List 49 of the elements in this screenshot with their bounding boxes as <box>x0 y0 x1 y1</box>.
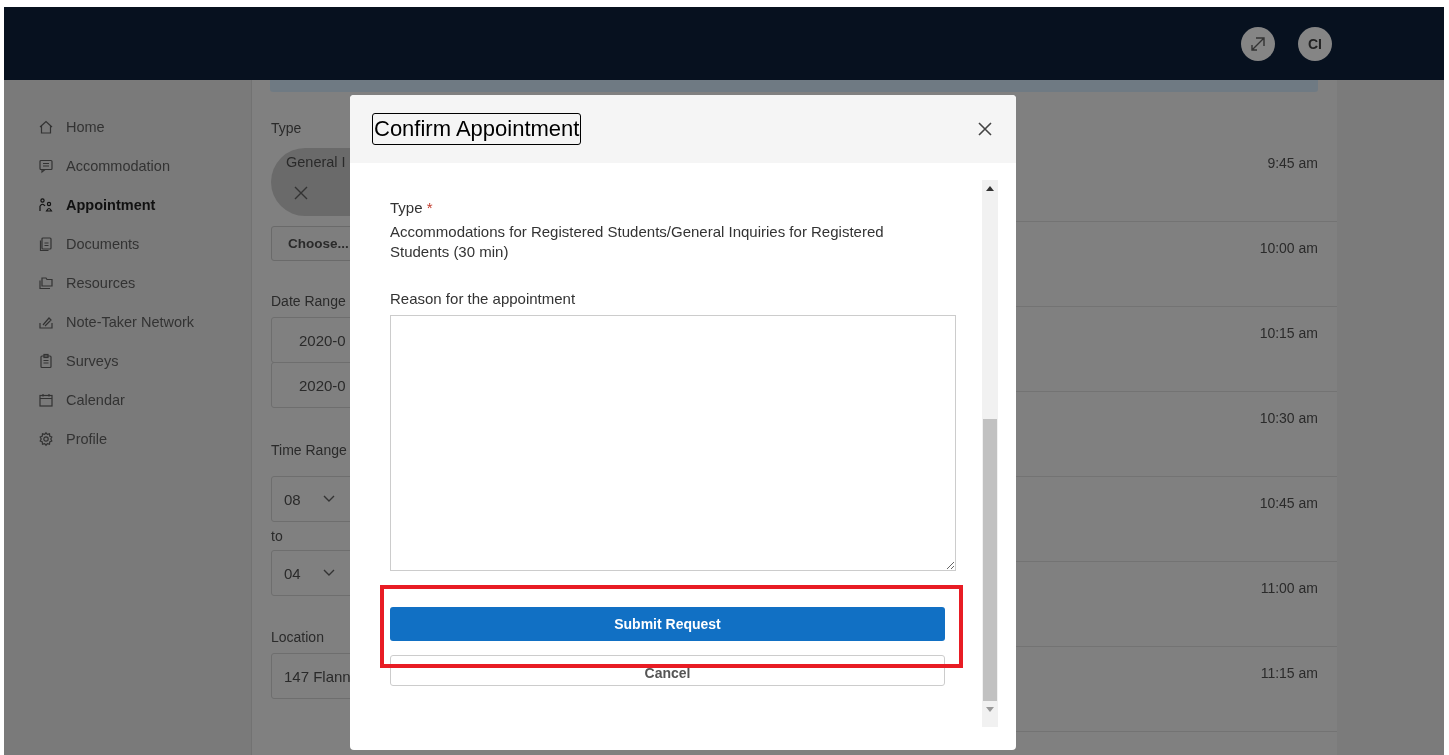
field-label: Type <box>271 120 303 136</box>
time-slot[interactable]: 10:45 am <box>1259 495 1318 561</box>
close-icon[interactable] <box>294 186 308 200</box>
user-avatar[interactable]: CI <box>1298 26 1332 61</box>
scrollbar[interactable] <box>982 180 998 727</box>
choose-button[interactable]: Choose... <box>271 226 350 261</box>
close-icon <box>976 120 994 138</box>
folder-icon <box>38 274 54 291</box>
document-icon <box>38 235 54 252</box>
type-value: Accommodations for Registered Students/General Inquiries for Registered Students (30 min) <box>390 222 885 262</box>
reason-field[interactable] <box>390 315 956 571</box>
time-slot[interactable]: 10:15 am <box>1259 325 1318 391</box>
scroll-down-icon[interactable] <box>986 707 994 712</box>
message-icon <box>38 157 54 174</box>
sidebar-item[interactable]: Note-Taker Network <box>4 302 251 341</box>
clipboard-icon <box>38 352 54 369</box>
sidebar-item[interactable]: Accommodation <box>4 146 251 185</box>
dialog-title: Confirm Appointment <box>372 113 582 145</box>
sidebar-item[interactable]: Documents <box>4 224 251 263</box>
sidebar-item[interactable]: Home <box>4 107 251 146</box>
sidebar-item[interactable]: Calendar <box>4 380 251 419</box>
field-label: Reason for the appointment <box>390 290 577 307</box>
field-label: Type <box>390 199 423 216</box>
people-icon <box>38 196 54 213</box>
sidebar-item[interactable]: Surveys <box>4 341 251 380</box>
scroll-up-icon[interactable] <box>986 186 994 191</box>
expand-icon <box>1250 35 1266 52</box>
time-slot[interactable]: 11:00 am <box>1260 580 1318 646</box>
calendar-icon <box>38 391 54 408</box>
chevron-down-icon <box>322 569 335 577</box>
expand-button[interactable] <box>1241 26 1275 61</box>
sidebar-item[interactable]: Appointment <box>4 185 251 224</box>
type-chip: General I <box>271 148 350 216</box>
field-label: Time Range <box>271 442 348 458</box>
sidebar-item[interactable]: Profile <box>4 419 251 458</box>
field-label: to <box>271 528 284 544</box>
field-label: Date Range <box>271 293 347 309</box>
home-icon <box>38 118 54 135</box>
required-marker: * <box>426 199 433 216</box>
time-slot[interactable]: 10:00 am <box>1259 240 1318 306</box>
settings-icon <box>38 430 54 447</box>
time-slot[interactable]: 9:45 am <box>1267 155 1318 221</box>
chevron-down-icon <box>322 495 335 503</box>
submit-button[interactable]: Submit Request <box>390 607 945 641</box>
time-slot[interactable]: 10:30 am <box>1259 410 1318 476</box>
field-label: Location <box>271 629 325 645</box>
time-slot[interactable]: 11:15 am <box>1260 665 1318 731</box>
sidebar-item[interactable]: Resources <box>4 263 251 302</box>
close-button[interactable] <box>976 120 994 138</box>
